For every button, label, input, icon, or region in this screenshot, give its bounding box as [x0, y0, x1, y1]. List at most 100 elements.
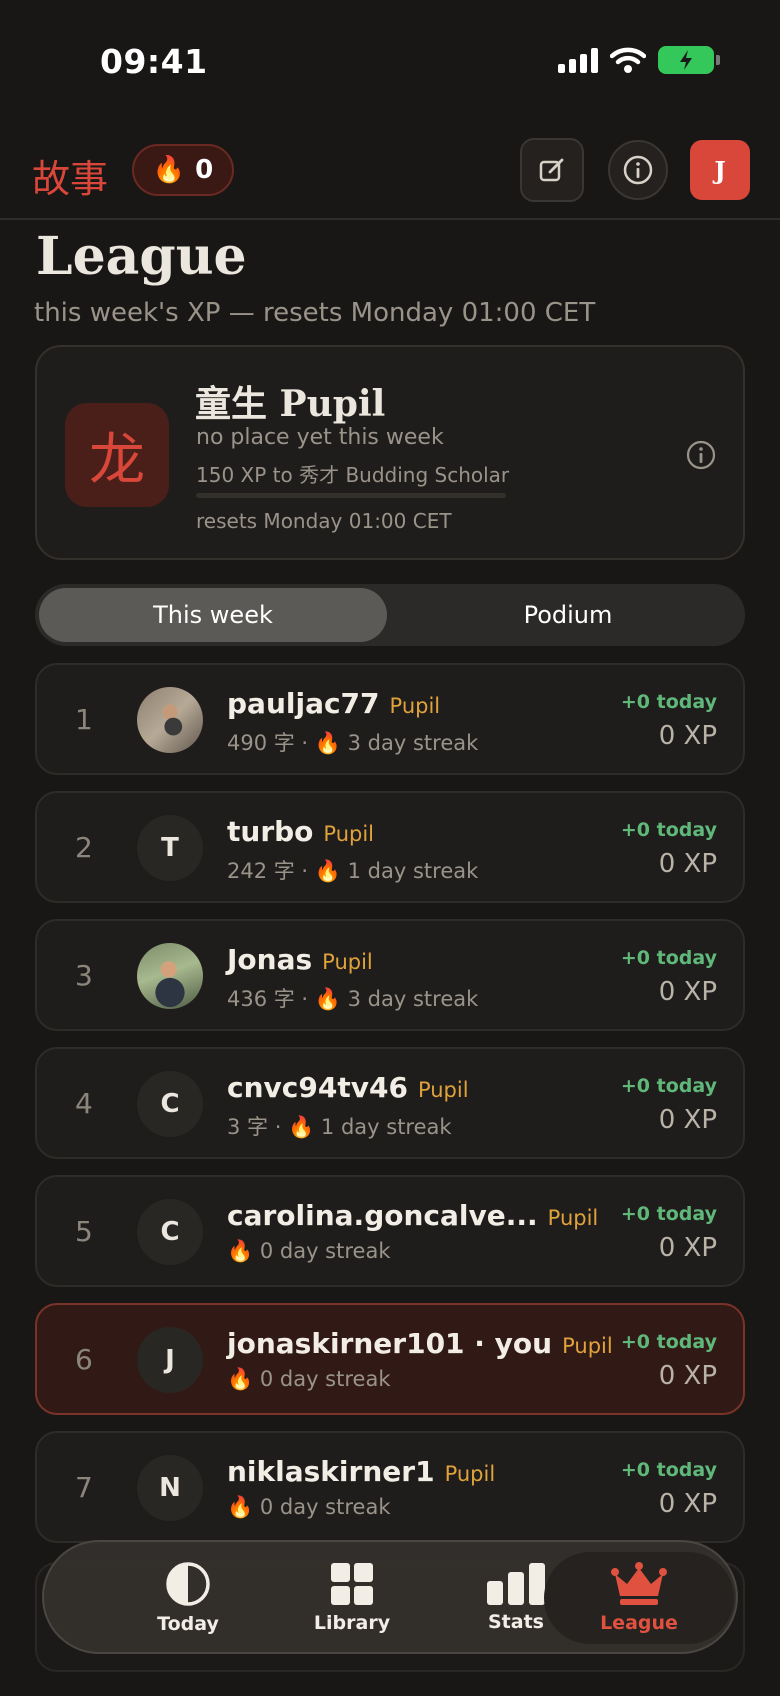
- streak-text: 0 day streak: [259, 1367, 391, 1391]
- today-xp: +0 today: [620, 947, 717, 969]
- leaderboard-row[interactable]: 5 C carolina.goncalve... Pupil 🔥 0 day st…: [35, 1175, 745, 1287]
- user-meta: 436 字 · 🔥 3 day streak: [227, 983, 478, 1013]
- user-name-line: cnvc94tv46 Pupil: [227, 1071, 469, 1104]
- user-initial-avatar: N: [137, 1455, 203, 1521]
- flame-icon: 🔥: [314, 987, 341, 1011]
- streak-text: 3 day streak: [347, 731, 479, 755]
- weekly-xp: 0 XP: [658, 1361, 717, 1391]
- rank-number: 2: [75, 831, 93, 864]
- flame-icon: 🔥: [152, 155, 186, 185]
- rank-info-button[interactable]: [685, 439, 717, 475]
- streak-count: 0: [195, 155, 214, 185]
- leaderboard-row[interactable]: 3 Jonas Pupil 436 字 · 🔥 3 day streak +0 t…: [35, 919, 745, 1031]
- user-photo-avatar: [137, 687, 203, 753]
- rank-badge: 龙: [65, 403, 169, 507]
- bar-chart-icon: [487, 1563, 545, 1605]
- rank-name: 童生 Pupil: [195, 383, 386, 425]
- page-title: League: [36, 226, 247, 287]
- rank-next-text: 150 XP to 秀才 Budding Scholar: [196, 463, 510, 487]
- flame-icon: 🔥: [288, 1115, 315, 1139]
- tier-label: Pupil: [389, 694, 441, 718]
- today-xp: +0 today: [620, 1459, 717, 1481]
- bottom-tab-bar: Today Library Stats League: [42, 1540, 738, 1654]
- info-icon: [623, 155, 653, 185]
- rank-progress-bar: [196, 493, 506, 498]
- user-name-line: niklaskirner1 Pupil: [227, 1455, 495, 1488]
- weekly-xp: 0 XP: [658, 721, 717, 751]
- rank-number: 5: [75, 1215, 93, 1248]
- user-name: niklaskirner1: [227, 1455, 435, 1488]
- app-logo[interactable]: 故事: [32, 148, 108, 203]
- user-name: turbo: [227, 815, 314, 848]
- tab-today[interactable]: Today: [108, 1552, 268, 1644]
- rank-number: 7: [75, 1471, 93, 1504]
- streak-text: 1 day streak: [320, 1115, 452, 1139]
- tier-label: Pupil: [547, 1206, 599, 1230]
- user-name: jonaskirner101 · you: [227, 1327, 553, 1360]
- today-xp: +0 today: [620, 691, 717, 713]
- tab-label: Today: [157, 1613, 219, 1635]
- today-xp: +0 today: [620, 1203, 717, 1225]
- crown-icon: [611, 1562, 667, 1605]
- user-meta: 🔥 0 day streak: [227, 1367, 390, 1392]
- user-photo-avatar: [137, 943, 203, 1009]
- user-meta: 3 字 · 🔥 1 day streak: [227, 1111, 452, 1141]
- tab-league[interactable]: League: [544, 1552, 734, 1644]
- streak-text: 1 day streak: [347, 859, 479, 883]
- user-name: Jonas: [227, 943, 313, 976]
- user-name-line: turbo Pupil: [227, 815, 374, 848]
- status-time: 09:41: [100, 42, 208, 81]
- leaderboard-row-current-user[interactable]: 6 J jonaskirner101 · you Pupil 🔥 0 day st…: [35, 1303, 745, 1415]
- rank-number: 4: [75, 1087, 93, 1120]
- battery-charging-icon: [658, 46, 720, 74]
- leaderboard-row[interactable]: 4 C cnvc94tv46 Pupil 3 字 · 🔥 1 day streak…: [35, 1047, 745, 1159]
- user-name: cnvc94tv46: [227, 1071, 408, 1104]
- tier-label: Pupil: [444, 1462, 496, 1486]
- streak-text: 0 day streak: [259, 1239, 391, 1263]
- today-xp: +0 today: [620, 1331, 717, 1353]
- user-initial-avatar: C: [137, 1071, 203, 1137]
- character-count: 3 字 ·: [227, 1115, 282, 1139]
- wifi-icon: [610, 47, 646, 73]
- leaderboard-row[interactable]: 1 pauljac77 Pupil 490 字 · 🔥 3 day streak …: [35, 663, 745, 775]
- edit-button[interactable]: [520, 138, 584, 202]
- tab-library[interactable]: Library: [272, 1552, 432, 1644]
- user-name: pauljac77: [227, 687, 380, 720]
- user-name-line: pauljac77 Pupil: [227, 687, 440, 720]
- flame-icon: 🔥: [314, 731, 341, 755]
- tab-podium[interactable]: Podium: [395, 588, 741, 642]
- weekly-xp: 0 XP: [658, 1489, 717, 1519]
- rank-card: 龙 童生 Pupil no place yet this week 150 XP…: [35, 345, 745, 560]
- info-button[interactable]: [608, 140, 668, 200]
- app-header: 故事 🔥 0 J: [0, 136, 780, 220]
- user-meta: 490 字 · 🔥 3 day streak: [227, 727, 478, 757]
- streak-text: 3 day streak: [347, 987, 479, 1011]
- flame-icon: 🔥: [227, 1239, 254, 1263]
- tier-label: Pupil: [417, 1078, 469, 1102]
- flame-icon: 🔥: [227, 1495, 254, 1519]
- edit-icon: [539, 158, 564, 182]
- half-circle-icon: [166, 1562, 210, 1606]
- user-name: carolina.goncalve...: [227, 1199, 538, 1232]
- tab-label: League: [600, 1612, 678, 1634]
- leaderboard-row[interactable]: 7 N niklaskirner1 Pupil 🔥 0 day streak +0…: [35, 1431, 745, 1543]
- grid-icon: [331, 1563, 373, 1605]
- character-count: 490 字 ·: [227, 731, 309, 755]
- user-meta: 242 字 · 🔥 1 day streak: [227, 855, 478, 885]
- rank-place-text: no place yet this week: [196, 425, 444, 450]
- rank-reset-text: resets Monday 01:00 CET: [196, 509, 452, 533]
- leaderboard-row[interactable]: 2 T turbo Pupil 242 字 · 🔥 1 day streak +0…: [35, 791, 745, 903]
- weekly-xp: 0 XP: [658, 849, 717, 879]
- character-count: 436 字 ·: [227, 987, 309, 1011]
- weekly-xp: 0 XP: [658, 977, 717, 1007]
- user-name-line: Jonas Pupil: [227, 943, 373, 976]
- flame-icon: 🔥: [314, 859, 341, 883]
- streak-pill[interactable]: 🔥 0: [132, 144, 234, 196]
- user-meta: 🔥 0 day streak: [227, 1239, 390, 1264]
- profile-avatar-button[interactable]: J: [690, 140, 750, 200]
- tab-this-week[interactable]: This week: [39, 588, 387, 642]
- rank-number: 1: [75, 703, 93, 736]
- tier-label: Pupil: [562, 1334, 613, 1358]
- league-segmented-control: This week Podium: [35, 584, 745, 646]
- tier-label: Pupil: [323, 822, 375, 846]
